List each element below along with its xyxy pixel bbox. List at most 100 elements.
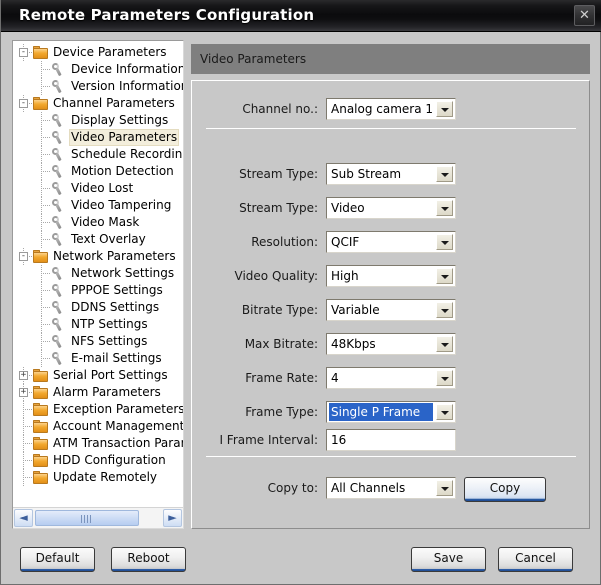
field-row-stream-type: Stream Type: Video [239,197,456,219]
collapse-icon[interactable]: - [19,99,28,108]
field-row-stream-type: Stream Type: Sub Stream [239,163,456,185]
close-icon[interactable]: ✕ [574,5,595,26]
tree-item-hdd-configuration[interactable]: HDD Configuration [13,452,183,469]
folder-icon [33,46,49,59]
chevron-down-icon[interactable] [436,336,453,352]
folder-icon [33,97,49,110]
tree-connector [41,324,50,325]
navigation-tree[interactable]: - Device Parameters Device Information Vers… [13,41,184,507]
tree-item-label: Video Mask [71,215,140,229]
wrench-icon [51,284,65,298]
dropdown-stream-type[interactable]: Sub Stream [326,163,456,185]
scroll-left-arrow-icon[interactable]: ◄ [14,509,33,527]
dropdown-frame-rate[interactable]: 4 [326,367,456,389]
field-label-stream-type: Stream Type: [239,201,318,215]
tree-item-device-parameters[interactable]: - Device Parameters [13,44,183,61]
expand-icon[interactable]: + [19,371,28,380]
navigation-tree-panel[interactable]: - Device Parameters Device Information Vers… [12,40,184,529]
dropdown-stream-type[interactable]: Video [326,197,456,219]
dropdown-frame-type[interactable]: Single P Frame [326,401,456,423]
tree-item-account-management[interactable]: Account Management [13,418,183,435]
tree-item-alarm-parameters[interactable]: + Alarm Parameters [13,384,183,401]
tree-item-motion-detection[interactable]: Motion Detection [13,163,183,180]
tree-item-video-mask[interactable]: Video Mask [13,214,183,231]
collapse-icon[interactable]: - [19,252,28,261]
tree-item-label: NTP Settings [71,317,148,331]
field-row-frame-rate: Frame Rate: 4 [245,367,456,389]
folder-icon [33,250,49,263]
tree-item-video-tampering[interactable]: Video Tampering [13,197,183,214]
wrench-icon [51,80,65,94]
tree-connector [41,205,50,206]
tree-item-version-information[interactable]: Version Information [13,78,184,95]
dropdown-channel-no[interactable]: Analog camera 1 [326,98,456,120]
tree-item-label: Motion Detection [71,164,174,178]
chevron-down-icon[interactable] [436,480,453,496]
tree-item-label: Video Lost [71,181,134,195]
tree-item-schedule-recording[interactable]: Schedule Recording [13,146,183,163]
tree-item-label: Network Settings [71,266,175,280]
tree-item-device-information[interactable]: Device Information [13,61,183,78]
wrench-icon [51,114,65,128]
field-label-channel-no: Channel no.: [242,102,318,116]
tree-item-display-settings[interactable]: Display Settings [13,112,183,129]
chevron-down-icon[interactable] [436,370,453,386]
tree-item-network-parameters[interactable]: - Network Parameters [13,248,183,265]
chevron-down-icon[interactable] [436,101,453,117]
chevron-down-icon[interactable] [436,268,453,284]
video-parameters-form: Channel no.: Analog camera 1 Stream Type: S… [191,80,590,529]
tree-item-update-remotely[interactable]: Update Remotely [13,469,183,486]
tree-item-e-mail-settings[interactable]: E-mail Settings [13,350,183,367]
chevron-down-icon[interactable] [436,302,453,318]
dropdown-copy-to[interactable]: All Channels [326,477,456,499]
collapse-icon[interactable]: - [19,48,28,57]
save-button[interactable]: Save [411,547,486,572]
chevron-down-icon[interactable] [436,200,453,216]
reboot-button[interactable]: Reboot [111,547,186,572]
dropdown-resolution[interactable]: QCIF [326,231,456,253]
wrench-icon [51,352,65,366]
tree-item-nfs-settings[interactable]: NFS Settings [13,333,183,350]
tree-item-network-settings[interactable]: Network Settings [13,265,183,282]
chevron-down-icon[interactable] [436,234,453,250]
tree-horizontal-scrollbar[interactable]: ◄ ► [13,507,183,528]
dropdown-video-quality[interactable]: High [326,265,456,287]
chevron-down-icon[interactable] [436,404,453,420]
tree-connector [41,188,50,189]
scroll-right-arrow-icon[interactable]: ► [163,509,182,527]
input-i-frame-interval[interactable]: 16 [326,429,456,451]
chevron-down-icon[interactable] [436,166,453,182]
tree-item-serial-port-settings[interactable]: + Serial Port Settings [13,367,183,384]
tree-item-ddns-settings[interactable]: DDNS Settings [13,299,183,316]
folder-icon [33,437,49,450]
tree-item-pppoe-settings[interactable]: PPPOE Settings [13,282,183,299]
tree-item-exception-parameters[interactable]: Exception Parameters [13,401,183,418]
field-row-video-quality: Video Quality: High [235,265,456,287]
dropdown-max-bitrate[interactable]: 48Kbps [326,333,456,355]
dropdown-bitrate-type[interactable]: Variable [326,299,456,321]
separator-bottom [206,456,576,457]
separator-top [206,128,576,129]
tree-item-text-overlay[interactable]: Text Overlay [13,231,183,248]
dropdown-value-frame-type: Single P Frame [329,403,433,421]
tree-connector [41,341,50,342]
expand-icon[interactable]: + [19,388,28,397]
window-title: Remote Parameters Configuration [19,6,315,24]
tree-item-label: Version Information [71,79,184,93]
default-button[interactable]: Default [20,547,95,572]
tree-item-ntp-settings[interactable]: NTP Settings [13,316,183,333]
copy-button[interactable]: Copy [464,477,546,502]
scrollbar-thumb[interactable] [35,510,139,526]
tree-connector [23,409,32,410]
tree-item-channel-parameters[interactable]: - Channel Parameters [13,95,183,112]
tree-item-video-lost[interactable]: Video Lost [13,180,183,197]
field-row-channel-no: Channel no.: Analog camera 1 [242,98,456,120]
dropdown-value-video-quality: High [331,269,359,283]
tree-item-atm-transaction-parameters[interactable]: ATM Transaction Parameters [13,435,183,452]
remote-parameters-configuration-window: Remote Parameters Configuration ✕ - Devic… [0,0,601,585]
dropdown-value-frame-rate: 4 [331,371,339,385]
wrench-icon [51,318,65,332]
cancel-button[interactable]: Cancel [498,547,573,572]
wrench-icon [51,63,65,77]
tree-item-video-parameters[interactable]: Video Parameters [13,129,183,146]
